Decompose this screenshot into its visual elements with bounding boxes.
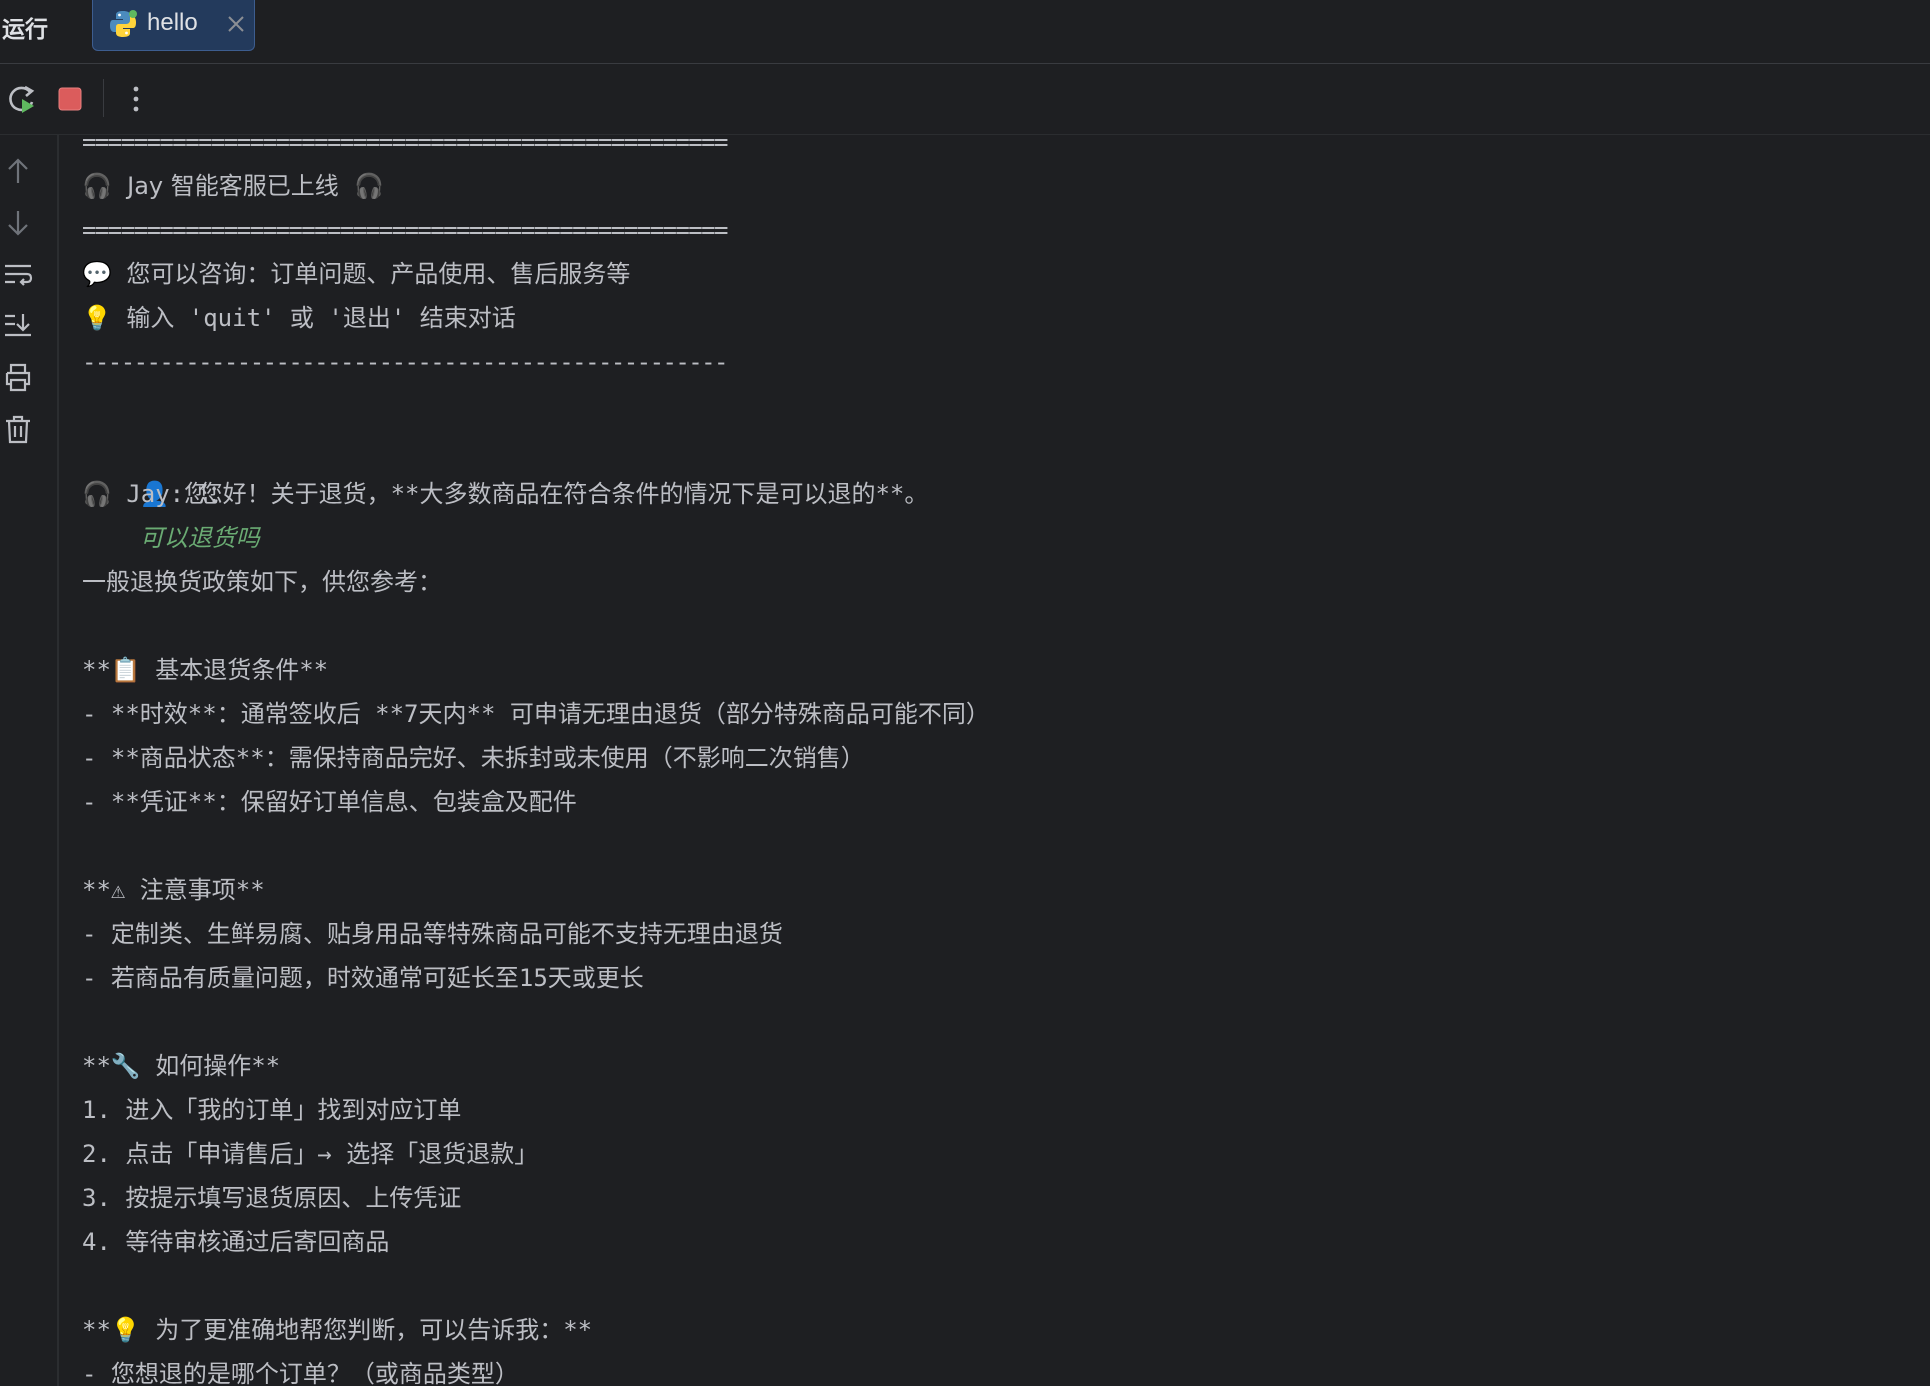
print-icon (5, 363, 31, 392)
console-line: 一般退换货政策如下，供您参考： (82, 568, 442, 596)
console-line: 4. 等待审核通过后寄回商品 (82, 1228, 390, 1256)
more-options-button[interactable] (118, 81, 154, 117)
rerun-icon (9, 85, 35, 113)
console-line: - **时效**：通常签收后 **7天内** 可申请无理由退货（部分特殊商品可能… (82, 700, 990, 728)
console-line: ----------------------------------------… (82, 348, 729, 376)
console-line: **⚠ 注意事项** (82, 876, 265, 904)
tab-label: hello (147, 9, 198, 36)
console-line: 🎧 Jay: 您好！关于退货，**大多数商品在符合条件的情况下是可以退的**。 (82, 480, 929, 508)
stop-button[interactable] (52, 81, 88, 117)
console-output[interactable]: ========================================… (82, 120, 1912, 1386)
python-icon (110, 10, 137, 37)
console-line: 🎧 Jay 智能客服已上线 🎧 (82, 172, 384, 200)
console-line: **🔧 如何操作** (82, 1052, 281, 1080)
console-line: **💡 为了更准确地帮您判断，可以告诉我：** (82, 1316, 593, 1344)
console-line: 2. 点击「申请售后」→ 选择「退货退款」 (82, 1140, 539, 1168)
user-input-text: 可以退货吗 (139, 524, 260, 552)
console-line: ========================================… (82, 216, 729, 244)
arrow-up-icon (8, 158, 28, 183)
scroll-up-button[interactable] (2, 155, 34, 187)
console-line: 💬 您可以咨询：订单问题、产品使用、售后服务等 (82, 260, 631, 288)
scroll-to-end-icon (5, 314, 31, 337)
console-line: 💡 输入 'quit' 或 '退出' 结束对话 (82, 304, 516, 332)
tab-hello[interactable]: hello (92, 0, 255, 51)
print-button[interactable] (2, 361, 34, 393)
console-line: - **凭证**：保留好订单信息、包装盒及配件 (82, 788, 577, 816)
console-line: **📋 基本退货条件** (82, 656, 329, 684)
console-line: - 若商品有质量问题，时效通常可延长至15天或更长 (82, 964, 644, 992)
toolbar-separator (103, 79, 104, 117)
tool-window-header: 运行 hello (0, 0, 1930, 64)
console-line: - 您想退的是哪个订单？（或商品类型） (82, 1360, 519, 1386)
soft-wrap-button[interactable] (2, 259, 34, 291)
tool-window-title: 运行 (2, 17, 48, 43)
close-tab-icon[interactable] (224, 12, 248, 36)
soft-wrap-icon (5, 264, 33, 286)
console-line: ========================================… (82, 128, 729, 156)
rerun-button[interactable] (4, 81, 40, 117)
console-line: - **商品状态**：需保持商品完好、未拆封或未使用（不影响二次销售） (82, 744, 865, 772)
more-vertical-icon (133, 86, 139, 112)
console-sidebar (0, 135, 59, 1386)
console-line: - 定制类、生鲜易腐、贴身用品等特殊商品可能不支持无理由退货 (82, 920, 783, 948)
arrow-down-icon (8, 211, 28, 236)
console-line: 1. 进入「我的订单」找到对应订单 (82, 1096, 462, 1124)
trash-icon (6, 415, 30, 444)
user-prompt-line: 👤 您： 可以退货吗 (82, 428, 260, 552)
console-line: 3. 按提示填写退货原因、上传凭证 (82, 1184, 462, 1212)
stop-icon (58, 87, 82, 111)
scroll-to-end-button[interactable] (2, 309, 34, 341)
scroll-down-button[interactable] (2, 207, 34, 239)
clear-button[interactable] (2, 413, 34, 445)
